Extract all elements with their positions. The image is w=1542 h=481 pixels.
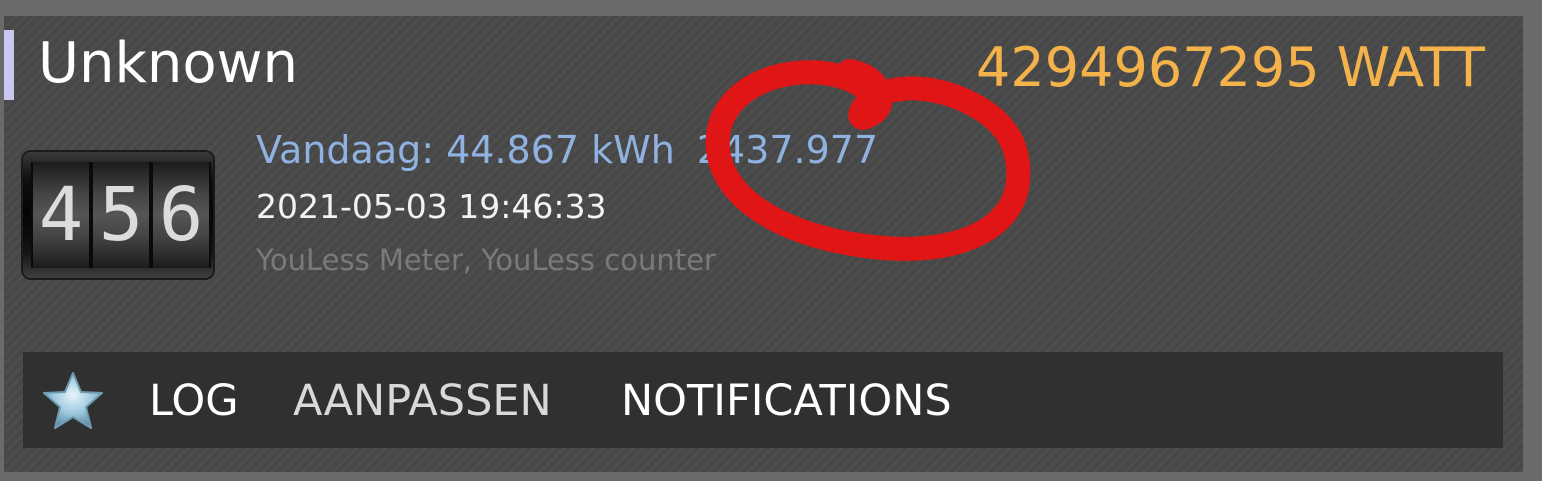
total-usage: 2437.977 (696, 128, 879, 172)
usage-line: Vandaag: 44.867 kWh 2437.977 (256, 124, 878, 176)
today-usage: Vandaag: 44.867 kWh (256, 128, 675, 172)
counter-icon: 4 5 6 (23, 152, 213, 278)
counter-digit: 5 (91, 162, 151, 268)
title-accent-bar (4, 30, 14, 100)
notifications-button[interactable]: NOTIFICATIONS (621, 374, 952, 428)
counter-digit: 6 (151, 162, 211, 268)
log-button[interactable]: LOG (149, 374, 239, 428)
device-name: Unknown (38, 31, 298, 96)
device-toolbar: LOG AANPASSEN NOTIFICATIONS (23, 352, 1503, 448)
device-type: YouLess Meter, YouLess counter (256, 243, 716, 277)
edit-button[interactable]: AANPASSEN (293, 374, 552, 428)
power-reading: 4294967295 WATT (976, 36, 1485, 99)
star-icon[interactable] (41, 370, 105, 432)
last-update: 2021-05-03 19:46:33 (256, 187, 607, 226)
counter-digit: 4 (31, 162, 91, 268)
device-widget: Unknown 4294967295 WATT 4 5 6 Vandaag: 4… (4, 16, 1523, 472)
